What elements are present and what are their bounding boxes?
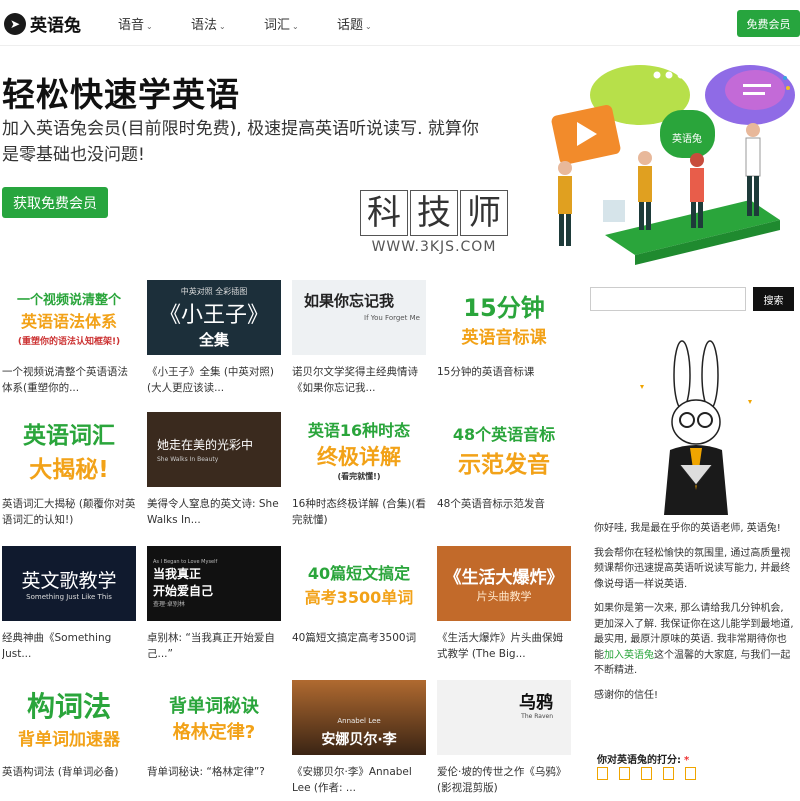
course-card[interactable]: 背单词秘诀 格林定律? 背单词秘诀: “格林定律”? <box>147 680 281 796</box>
teacher-intro: 你好哇, 我是最在乎你的英语老师, 英语兔! 我会帮你在轻松愉快的氛围里, 通过… <box>594 523 794 701</box>
course-caption[interactable]: 《小王子》全集 (中英对照) (大人更应该读... <box>147 364 281 396</box>
join-link[interactable]: 加入英语兔 <box>604 650 654 661</box>
chevron-down-icon: ⌄ <box>292 22 299 31</box>
course-card[interactable]: 她走在美的光彩中 She Walks In Beauty 美得令人窒息的英文诗:… <box>147 412 281 528</box>
course-caption[interactable]: 卓别林: “当我真正开始爱自己...” <box>147 630 281 662</box>
course-card[interactable]: 48个英语音标 示范发音 48个英语音标示范发音 <box>437 412 571 528</box>
course-caption[interactable]: 16种时态终极详解 (合集)(看完就懂) <box>292 496 426 528</box>
course-card[interactable]: 英语词汇 大揭秘! 英语词汇大揭秘 (颠覆你对英语词汇的认知!) <box>2 412 136 528</box>
course-caption[interactable]: 背单词秘诀: “格林定律”? <box>147 764 281 796</box>
hero-illustration: 英语兔 <box>551 65 795 265</box>
course-thumbnail: 乌鸦 The Raven <box>437 680 571 755</box>
course-caption[interactable]: 15分钟的英语音标课 <box>437 364 571 396</box>
site-logo[interactable]: ➤ 英语兔 <box>4 11 81 36</box>
hero-subtitle: 加入英语兔会员(目前限时免费), 极速提高英语听说读写. 就算你是零基础也没问题… <box>2 119 479 165</box>
course-thumbnail: 一个视频说清整个 英语语法体系 (重塑你的语法认知框架!) <box>2 280 136 355</box>
chevron-down-icon: ⌄ <box>219 22 226 31</box>
free-membership-button[interactable]: 免费会员 <box>737 10 800 37</box>
rabbit-teacher-illustration <box>640 340 752 515</box>
hero-title: 轻松快速学英语 <box>2 75 240 114</box>
course-card[interactable]: 40篇短文搞定 高考3500单词 40篇短文搞定高考3500词 <box>292 546 426 662</box>
star-icon[interactable] <box>619 767 630 780</box>
course-caption[interactable]: 一个视频说清整个英语语法体系(重塑你的... <box>2 364 136 396</box>
course-thumbnail: As I Began to Love Myself 当我真正 开始爱自己 查理·… <box>147 546 281 621</box>
course-thumbnail: Annabel Lee 安娜贝尔·李 <box>292 680 426 755</box>
star-icon[interactable] <box>641 767 652 780</box>
course-card[interactable]: 英文歌教学 Something Just Like This 经典神曲《Some… <box>2 546 136 662</box>
course-thumbnail: 15分钟 英语音标课 <box>437 280 571 355</box>
get-membership-button[interactable]: 获取免费会员 <box>2 187 108 218</box>
course-card[interactable]: 构词法 背单词加速器 英语构词法 (背单词必备) <box>2 680 136 796</box>
course-caption[interactable]: 《安娜贝尔·李》Annabel Lee (作者: ... <box>292 764 426 796</box>
star-icon[interactable] <box>685 767 696 780</box>
chevron-down-icon: ⌄ <box>365 22 372 31</box>
rating-stars <box>597 767 696 780</box>
course-thumbnail: 48个英语音标 示范发音 <box>437 412 571 487</box>
nav-item-topics[interactable]: 话题 ⌄ <box>337 14 410 33</box>
logo-text: 英语兔 <box>30 16 81 36</box>
rating-label: 你对英语兔的打分: * <box>597 755 690 766</box>
course-thumbnail: 背单词秘诀 格林定律? <box>147 680 281 755</box>
course-card[interactable]: 如果你忘记我 If You Forget Me 诺贝尔文学奖得主经典情诗《如果你… <box>292 280 426 396</box>
course-card[interactable]: 15分钟 英语音标课 15分钟的英语音标课 <box>437 280 571 396</box>
search-input[interactable] <box>590 287 746 311</box>
course-caption[interactable]: 《生活大爆炸》片头曲保姆式教学 (The Big... <box>437 630 571 662</box>
svg-text:英语兔: 英语兔 <box>672 132 702 145</box>
rabbit-logo-icon: ➤ <box>4 12 26 35</box>
course-card[interactable]: 《生活大爆炸》 片头曲教学 《生活大爆炸》片头曲保姆式教学 (The Big..… <box>437 546 571 662</box>
course-card[interactable]: 中英对照 全彩插图 《小王子》 全集 《小王子》全集 (中英对照) (大人更应该… <box>147 280 281 396</box>
star-icon[interactable] <box>597 767 608 780</box>
course-card[interactable]: As I Began to Love Myself 当我真正 开始爱自己 查理·… <box>147 546 281 662</box>
chevron-down-icon: ⌄ <box>146 22 153 31</box>
top-header: ➤ 英语兔 语音 ⌄ 语法 ⌄ 词汇 ⌄ 话题 ⌄ 免费会员 <box>0 0 800 46</box>
course-card[interactable]: 一个视频说清整个 英语语法体系 (重塑你的语法认知框架!) 一个视频说清整个英语… <box>2 280 136 396</box>
nav-item-pronunciation[interactable]: 语音 ⌄ <box>118 14 191 33</box>
course-thumbnail: 构词法 背单词加速器 <box>2 680 136 755</box>
course-card[interactable]: 英语16种时态 终极详解 (看完就懂!) 16种时态终极详解 (合集)(看完就懂… <box>292 412 426 528</box>
course-caption[interactable]: 爱伦·坡的传世之作《乌鸦》(影视混剪版) <box>437 764 571 796</box>
course-thumbnail: 英语16种时态 终极详解 (看完就懂!) <box>292 412 426 487</box>
course-thumbnail: 她走在美的光彩中 She Walks In Beauty <box>147 412 281 487</box>
course-caption[interactable]: 经典神曲《Something Just... <box>2 630 136 662</box>
course-thumbnail: 《生活大爆炸》 片头曲教学 <box>437 546 571 621</box>
course-card[interactable]: 乌鸦 The Raven 爱伦·坡的传世之作《乌鸦》(影视混剪版) <box>437 680 571 796</box>
main-nav: 语音 ⌄ 语法 ⌄ 词汇 ⌄ 话题 ⌄ <box>118 14 410 33</box>
course-caption[interactable]: 48个英语音标示范发音 <box>437 496 571 528</box>
course-caption[interactable]: 40篇短文搞定高考3500词 <box>292 630 426 662</box>
nav-item-vocabulary[interactable]: 词汇 ⌄ <box>264 14 337 33</box>
course-caption[interactable]: 英语词汇大揭秘 (颠覆你对英语词汇的认知!) <box>2 496 136 528</box>
star-icon[interactable] <box>663 767 674 780</box>
watermark: 科 技 师 WWW.3KJS.COM <box>358 190 510 255</box>
course-card[interactable]: Annabel Lee 安娜贝尔·李 《安娜贝尔·李》Annabel Lee (… <box>292 680 426 796</box>
course-caption[interactable]: 英语构词法 (背单词必备) <box>2 764 136 796</box>
course-thumbnail: 英语词汇 大揭秘! <box>2 412 136 487</box>
course-thumbnail: 如果你忘记我 If You Forget Me <box>292 280 426 355</box>
course-thumbnail: 40篇短文搞定 高考3500单词 <box>292 546 426 621</box>
search-button[interactable]: 搜索 <box>753 287 794 311</box>
course-caption[interactable]: 美得令人窒息的英文诗: She Walks In... <box>147 496 281 528</box>
nav-item-grammar[interactable]: 语法 ⌄ <box>191 14 264 33</box>
course-thumbnail: 中英对照 全彩插图 《小王子》 全集 <box>147 280 281 355</box>
course-thumbnail: 英文歌教学 Something Just Like This <box>2 546 136 621</box>
course-caption[interactable]: 诺贝尔文学奖得主经典情诗《如果你忘记我... <box>292 364 426 396</box>
